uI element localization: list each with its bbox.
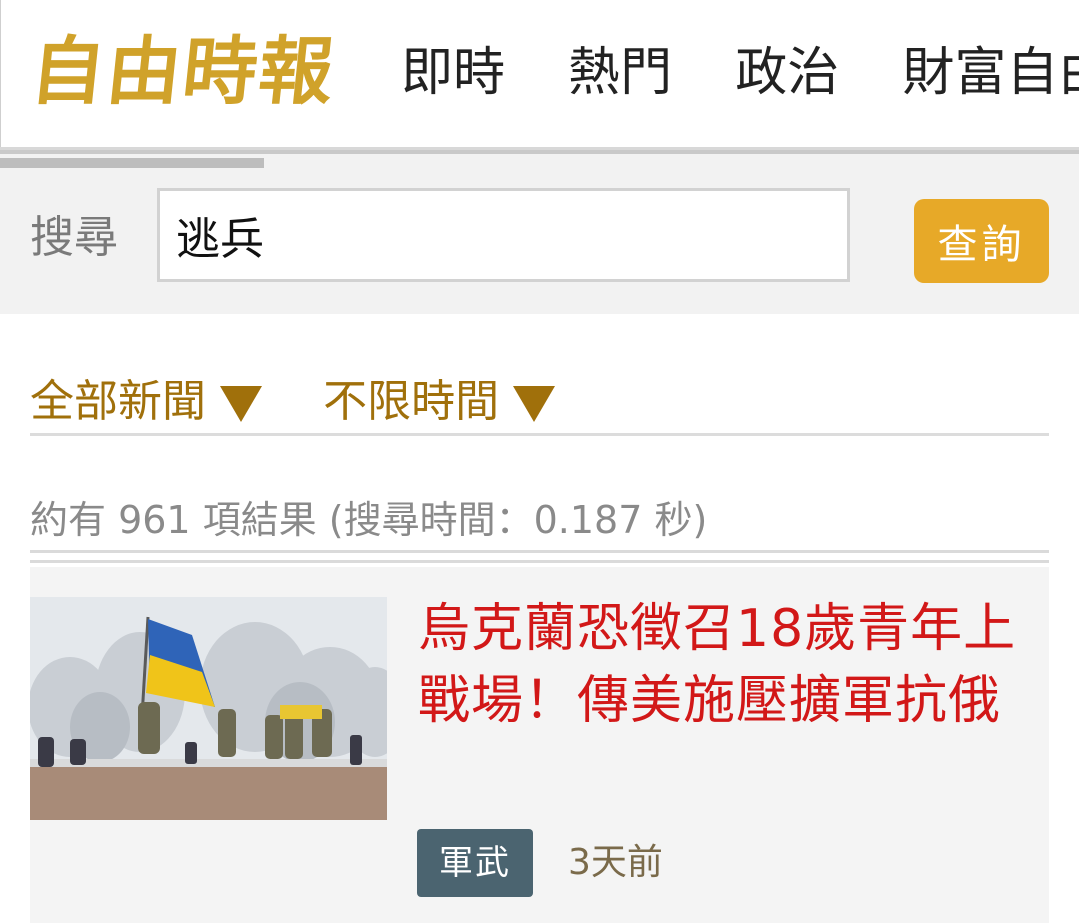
site-header: 自由時報 即時 熱門 政治 財富自由 <box>0 0 1079 148</box>
results-divider <box>30 560 1049 563</box>
search-bar: 搜尋 查詢 <box>0 150 1079 314</box>
filter-bar: 全部新聞 不限時間 <box>30 372 611 432</box>
news-photo-image <box>30 597 387 820</box>
main-nav: 即時 熱門 政治 財富自由 <box>401 40 1079 106</box>
search-input[interactable] <box>157 188 850 282</box>
site-logo[interactable]: 自由時報 <box>26 24 340 120</box>
category-badge[interactable]: 軍武 <box>417 829 533 897</box>
result-card[interactable]: 烏克蘭恐徵召18歲青年上戰場！傳美施壓擴軍抗俄 軍武 3天前 <box>30 567 1049 923</box>
time-filter-label: 不限時間 <box>323 376 500 427</box>
search-label: 搜尋 <box>30 212 118 263</box>
nav-scroll-indicator <box>0 158 264 168</box>
result-thumbnail[interactable] <box>30 597 387 820</box>
page: 自由時報 即時 熱門 政治 財富自由 搜尋 查詢 全部新聞 不限時間 約有 96… <box>0 0 1079 923</box>
nav-item-popular[interactable]: 熱門 <box>568 40 672 106</box>
filter-divider <box>30 433 1049 436</box>
nav-item-politics[interactable]: 政治 <box>735 40 839 106</box>
nav-item-wealth[interactable]: 財富自由 <box>902 40 1079 106</box>
search-button[interactable]: 查詢 <box>914 199 1049 283</box>
timestamp: 3天前 <box>568 842 663 883</box>
results-summary: 約有 961 項結果 (搜尋時間：0.187 秒) <box>30 498 708 542</box>
category-filter-label: 全部新聞 <box>30 376 206 427</box>
results-divider <box>30 550 1049 553</box>
result-headline[interactable]: 烏克蘭恐徵召18歲青年上戰場！傳美施壓擴軍抗俄 <box>418 593 1038 737</box>
category-filter-dropdown[interactable]: 全部新聞 <box>30 372 262 432</box>
time-filter-dropdown[interactable]: 不限時間 <box>323 372 556 432</box>
header-divider <box>0 147 1079 150</box>
triangle-down-icon <box>220 386 262 422</box>
nav-item-instant[interactable]: 即時 <box>401 40 505 106</box>
triangle-down-icon <box>513 386 556 422</box>
